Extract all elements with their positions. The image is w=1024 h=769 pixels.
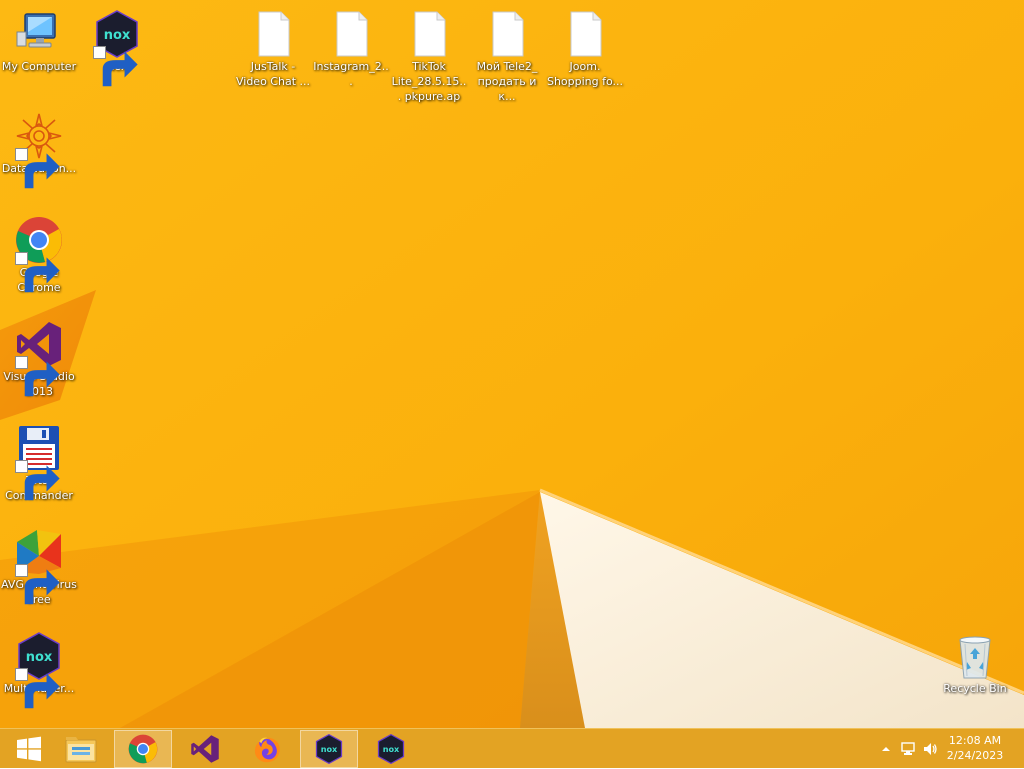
desktop-icon-label: Instagram_2...: [313, 60, 389, 88]
chrome-icon: [15, 216, 63, 293]
shortcut-arrow-icon: [15, 148, 60, 189]
shortcut-arrow-icon: [15, 356, 60, 397]
volume-icon[interactable]: [922, 741, 938, 757]
nox-multiplayer-taskbar-button[interactable]: nox: [362, 730, 420, 768]
svg-text:nox: nox: [383, 744, 400, 754]
file-icon: [483, 10, 531, 58]
desktop-icon-label: Мой Tele2_ продать и к...: [476, 60, 538, 103]
desktop-icon-datawagon[interactable]: DataWagon...: [0, 112, 78, 189]
desktop-icon-justalk-file[interactable]: JusTalk - Video Chat ...: [234, 10, 312, 89]
avg-antivirus-icon: [15, 528, 63, 605]
desktop-icon-recycle-bin[interactable]: Recycle Bin: [936, 632, 1014, 696]
total-commander-icon: [15, 424, 63, 501]
start-button[interactable]: [0, 730, 58, 768]
recycle-bin-icon: [951, 632, 999, 680]
chrome-icon: [128, 734, 158, 764]
file-icon: [249, 10, 297, 58]
nox-icon: nox: [93, 10, 141, 87]
nox-multiplayer-icon: nox: [15, 632, 63, 709]
visual-studio-icon: [191, 735, 219, 763]
chrome-taskbar-button[interactable]: [114, 730, 172, 768]
wallpaper: [0, 0, 1024, 728]
desktop-icon-joom-file[interactable]: Joom. Shopping fo...: [546, 10, 624, 89]
datawagon-icon: [15, 112, 63, 189]
nox-multiplayer-icon: nox: [377, 734, 405, 764]
nox-taskbar-button[interactable]: nox: [300, 730, 358, 768]
file-icon: [327, 10, 375, 58]
visual-studio-icon: [15, 320, 63, 397]
desktop-icon-label: My Computer: [1, 60, 77, 73]
file-icon: [405, 10, 453, 58]
clock-time: 12:08 AM: [948, 734, 1002, 747]
desktop: My Computer nox Nox JusTalk - Video Chat…: [0, 0, 1024, 728]
firefox-icon: [254, 737, 280, 763]
show-hidden-icons-icon[interactable]: [878, 741, 894, 757]
desktop-icon-tele2-file[interactable]: Мой Tele2_ продать и к...: [468, 10, 546, 104]
svg-text:nox: nox: [104, 28, 131, 43]
visual-studio-taskbar-button[interactable]: [176, 730, 234, 768]
desktop-icon-label: TikTok Lite_28.5.15... pkpure.ap: [391, 60, 467, 103]
shortcut-arrow-icon: [15, 564, 60, 605]
desktop-icon-label: Joom. Shopping fo...: [546, 60, 624, 88]
desktop-icon-google-chrome[interactable]: Google Chrome: [0, 216, 78, 295]
desktop-icon-instagram-file[interactable]: Instagram_2...: [312, 10, 390, 89]
desktop-icon-tiktok-file[interactable]: TikTok Lite_28.5.15... pkpure.ap: [390, 10, 468, 104]
my-computer-icon: [15, 10, 63, 58]
svg-text:nox: nox: [321, 744, 338, 754]
nox-icon: nox: [315, 734, 343, 764]
desktop-icon-label: Recycle Bin: [943, 682, 1007, 695]
shortcut-arrow-icon: [15, 252, 60, 293]
desktop-icon-avg-antivirus[interactable]: AVG AntiVirus Free: [0, 528, 78, 607]
desktop-icon-visual-studio[interactable]: Visual Studio 2013: [0, 320, 78, 399]
svg-text:nox: nox: [26, 650, 53, 665]
clock-date: 2/24/2023: [946, 749, 1004, 762]
system-tray: 12:08 AM 2/24/2023: [864, 729, 1024, 769]
firefox-taskbar-button[interactable]: [238, 730, 296, 768]
shortcut-arrow-icon: [15, 668, 60, 709]
file-icon: [561, 10, 609, 58]
desktop-icon-multiplayer[interactable]: nox MultiPlayer...: [0, 632, 78, 709]
shortcut-arrow-icon: [93, 46, 138, 87]
desktop-icon-my-computer[interactable]: My Computer: [0, 10, 78, 74]
file-explorer-icon: [65, 737, 97, 763]
desktop-icon-total-commander[interactable]: Total Commander: [0, 424, 78, 503]
desktop-icon-nox[interactable]: nox Nox: [78, 10, 156, 87]
clock[interactable]: 12:08 AM 2/24/2023: [940, 733, 1010, 763]
shortcut-arrow-icon: [15, 460, 60, 501]
desktop-icon-label: JusTalk - Video Chat ...: [235, 60, 310, 88]
network-icon[interactable]: [900, 741, 916, 757]
file-explorer-button[interactable]: [52, 730, 110, 768]
taskbar: nox nox 12:08 AM 2/24/2023: [0, 728, 1024, 768]
windows-logo-icon: [17, 736, 41, 762]
